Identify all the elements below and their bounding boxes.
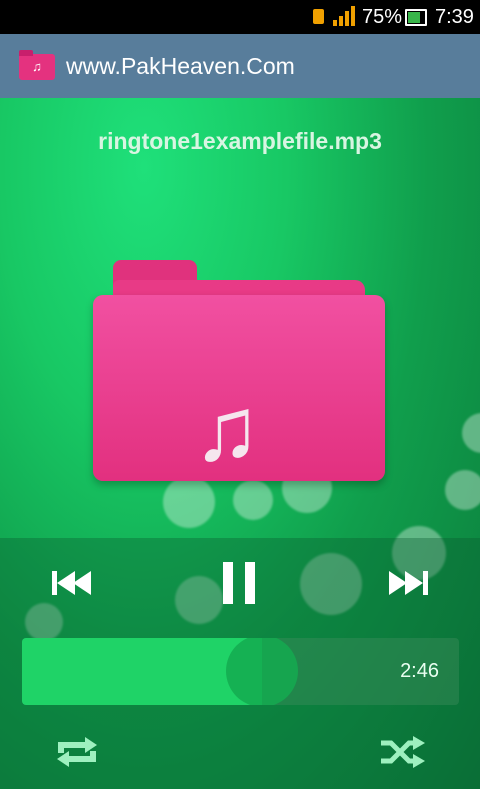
player-background: ringtone1examplefile.mp3 ♫ 2:46 bbox=[0, 98, 480, 789]
skip-next-icon bbox=[389, 571, 428, 595]
pause-button[interactable] bbox=[215, 558, 265, 608]
music-note-icon: ♫ bbox=[193, 380, 261, 480]
album-art-folder: ♫ bbox=[93, 260, 385, 482]
battery-icon bbox=[405, 9, 427, 26]
seek-bar[interactable]: 2:46 bbox=[22, 638, 459, 705]
action-bar: ♫ www.PakHeaven.Com bbox=[0, 34, 480, 98]
skip-previous-icon bbox=[52, 571, 91, 595]
signal-strength-icon bbox=[333, 6, 355, 26]
track-title: ringtone1examplefile.mp3 bbox=[98, 128, 382, 154]
seek-bar-thumb[interactable] bbox=[226, 638, 299, 705]
sim-icon bbox=[313, 9, 324, 24]
bokeh-light bbox=[445, 470, 480, 510]
shuffle-button[interactable] bbox=[379, 735, 427, 769]
repeat-icon bbox=[57, 737, 97, 767]
pause-icon bbox=[223, 562, 255, 604]
bokeh-light bbox=[233, 480, 273, 520]
music-folder-icon[interactable]: ♫ bbox=[19, 50, 55, 80]
status-bar: 75% 7:39 bbox=[0, 0, 480, 34]
shuffle-icon bbox=[381, 736, 425, 768]
controls-panel: 2:46 bbox=[0, 538, 480, 789]
track-duration: 2:46 bbox=[400, 660, 439, 682]
folder-front: ♫ bbox=[93, 295, 385, 481]
skip-previous-button[interactable] bbox=[48, 568, 98, 598]
bokeh-light bbox=[163, 476, 215, 528]
bokeh-light bbox=[462, 413, 480, 453]
skip-next-button[interactable] bbox=[382, 568, 432, 598]
battery-percent: 75% bbox=[362, 6, 403, 28]
repeat-button[interactable] bbox=[53, 735, 101, 769]
app-title: www.PakHeaven.Com bbox=[66, 53, 295, 79]
clock: 7:39 bbox=[435, 6, 474, 28]
